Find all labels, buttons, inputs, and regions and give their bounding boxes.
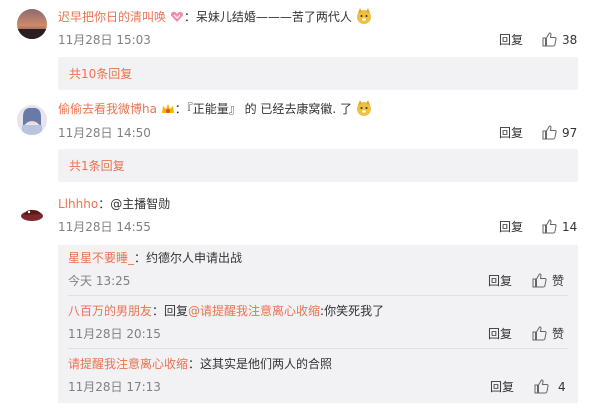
sub-reply-text-suffix: :你笑死我了 [320, 304, 385, 318]
sub-reply-time: 11月28日 17:13 [68, 380, 161, 394]
username-link[interactable]: 八百万的男朋友 [68, 304, 152, 318]
divider [68, 348, 568, 349]
thumbs-up-icon[interactable] [532, 326, 547, 341]
sub-reply-line: 星星不要睡_：约德尔人申请出战 [68, 249, 242, 267]
comment-time: 11月28日 14:50 [58, 126, 151, 140]
vip-heart-badge-icon [170, 10, 184, 22]
username-link[interactable]: Llhhho [58, 197, 98, 211]
username-link[interactable]: 请提醒我注意离心收缩 [68, 357, 188, 371]
more-replies-link[interactable]: 共1条回复 [69, 157, 125, 174]
like-count: 14 [562, 220, 578, 234]
comment-time: 11月28日 14:55 [58, 220, 151, 234]
sub-reply-meta: 今天 13:25 回复 赞 [68, 272, 568, 290]
sub-reply-meta: 11月28日 17:13 回复 4 [68, 378, 568, 396]
reply-button[interactable]: 回复 [488, 272, 512, 290]
comment-text: ：@主播智勋 [98, 197, 171, 211]
comment-time: 11月28日 15:03 [58, 33, 151, 47]
crown-badge-icon [161, 102, 175, 114]
comment-line: Llhhho：@主播智勋 [58, 195, 170, 213]
reply-button[interactable]: 回复 [499, 31, 523, 49]
sub-reply-meta: 11月28日 20:15 回复 赞 [68, 325, 568, 343]
doge-emoji-icon [356, 8, 372, 24]
comment-line: 偷偷去看我微博ha ：『正能量』 的 已经去康窝徽. 了 [58, 100, 372, 118]
sub-reply-text: ：这其实是他们两人的合照 [188, 357, 333, 371]
more-replies-link[interactable]: 共10条回复 [69, 65, 132, 82]
sub-replies-panel: 星星不要睡_：约德尔人申请出战 今天 13:25 回复 赞 八百万的男朋友：回复… [58, 245, 578, 403]
comment-line: 迟早把你日的清叫唤 ：呆妹儿结婚———苦了两代人 [58, 8, 372, 26]
like-label[interactable]: 赞 [552, 272, 564, 290]
reply-button[interactable]: 回复 [488, 325, 512, 343]
comment-text: ：『正能量』 的 已经去康窝徽. 了 [174, 102, 353, 116]
sub-reply-text-prefix: ：回复 [152, 304, 189, 318]
reply-button[interactable]: 回复 [490, 378, 514, 396]
thumbs-up-icon[interactable] [532, 273, 547, 288]
like-count: 4 [558, 380, 566, 394]
avatar[interactable] [17, 199, 47, 229]
comment-meta: 11月28日 14:55 回复 14 [58, 218, 592, 236]
comment-text: ：呆妹儿结婚———苦了两代人 [183, 10, 352, 24]
thumbs-up-icon[interactable] [542, 125, 557, 140]
like-count: 97 [562, 126, 578, 140]
avatar[interactable] [17, 9, 47, 39]
comment-meta: 11月28日 14:50 回复 97 [58, 124, 592, 142]
sub-reply-time: 11月28日 20:15 [68, 327, 161, 341]
like-label[interactable]: 赞 [552, 325, 564, 343]
comment-meta: 11月28日 15:03 回复 38 [58, 31, 592, 49]
avatar[interactable] [17, 105, 47, 135]
more-replies-bar: 共1条回复 [58, 149, 578, 182]
thumbs-up-icon[interactable] [542, 219, 557, 234]
sub-reply-line: 八百万的男朋友：回复@请提醒我注意离心收缩:你笑死我了 [68, 302, 384, 320]
thumbs-up-icon[interactable] [542, 32, 557, 47]
thumbs-up-icon[interactable] [534, 379, 549, 394]
username-link[interactable]: 迟早把你日的清叫唤 [58, 10, 166, 24]
more-replies-bar: 共10条回复 [58, 57, 578, 90]
sub-reply-time: 今天 13:25 [68, 274, 131, 288]
sub-reply-text: ：约德尔人申请出战 [134, 251, 243, 265]
mention-link[interactable]: @请提醒我注意离心收缩 [188, 304, 320, 318]
sub-reply-line: 请提醒我注意离心收缩：这其实是他们两人的合照 [68, 355, 332, 373]
reply-button[interactable]: 回复 [499, 124, 523, 142]
doge-emoji-icon [356, 100, 372, 116]
reply-button[interactable]: 回复 [499, 218, 523, 236]
username-link[interactable]: 星星不要睡_ [68, 251, 134, 265]
divider [68, 295, 568, 296]
username-link[interactable]: 偷偷去看我微博ha [58, 102, 157, 116]
like-count: 38 [562, 33, 578, 47]
